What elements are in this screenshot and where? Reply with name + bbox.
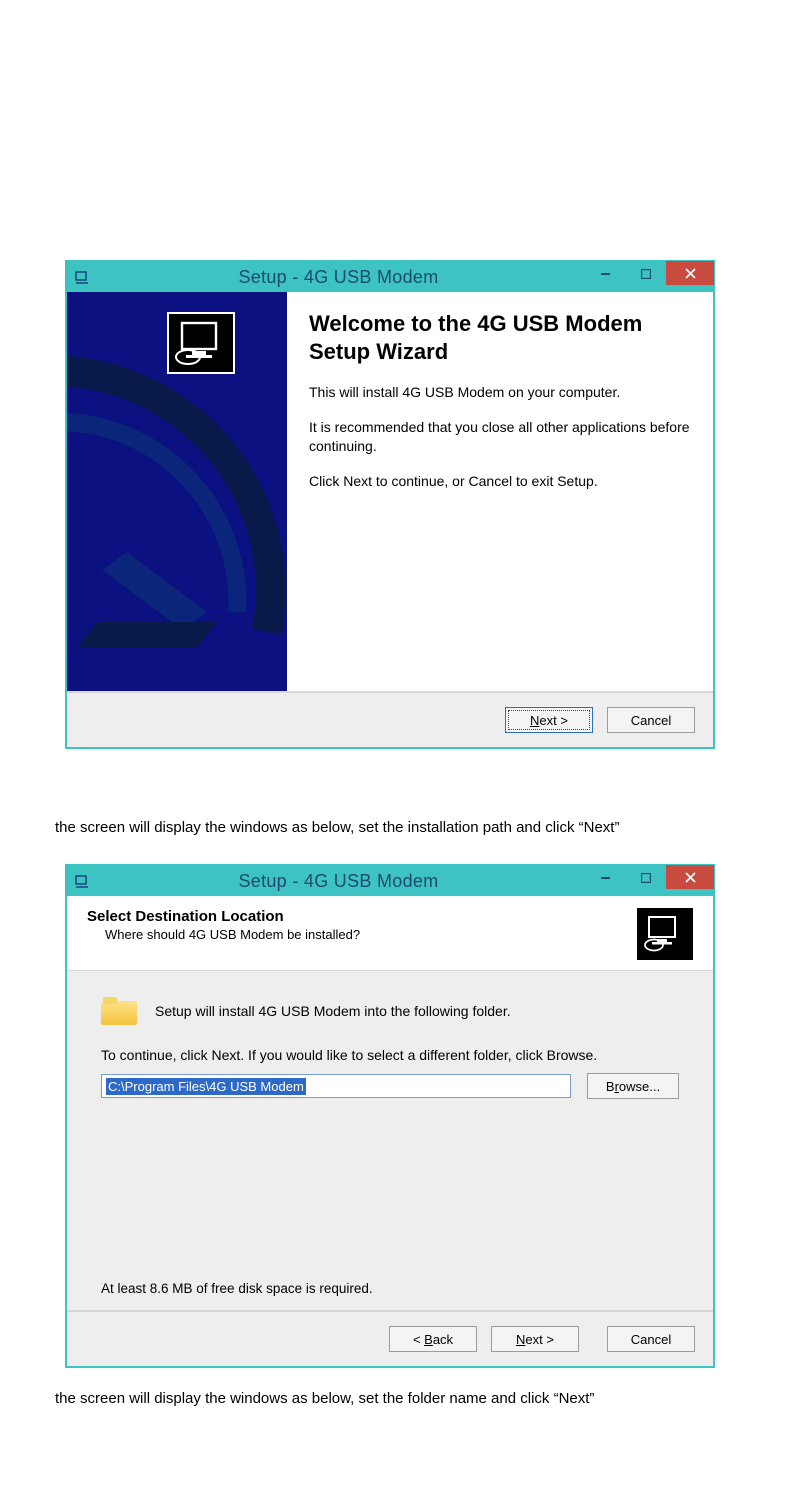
header-title: Select Destination Location: [87, 908, 360, 925]
folder-icon: [101, 997, 137, 1025]
back-button[interactable]: < Back: [389, 1326, 477, 1352]
window-title: Setup - 4G USB Modem: [91, 871, 586, 892]
disk-space-requirement: At least 8.6 MB of free disk space is re…: [101, 1281, 373, 1296]
cancel-button[interactable]: Cancel: [607, 1326, 695, 1352]
intro-text: Setup will install 4G USB Modem into the…: [155, 1003, 511, 1019]
wizard-text-1: This will install 4G USB Modem on your c…: [309, 383, 691, 402]
wizard-text-2: It is recommended that you close all oth…: [309, 418, 691, 456]
wizard-sidebar-graphic: [67, 292, 287, 691]
minimize-button[interactable]: [586, 866, 626, 890]
installer-app-icon: [73, 268, 91, 286]
installer-app-icon: [73, 872, 91, 890]
titlebar[interactable]: Setup - 4G USB Modem: [67, 866, 713, 896]
close-button[interactable]: [666, 261, 714, 285]
cancel-button[interactable]: Cancel: [607, 707, 695, 733]
install-path-input[interactable]: C:\Program Files\4G USB Modem: [101, 1074, 571, 1098]
header-subtitle: Where should 4G USB Modem be installed?: [105, 927, 360, 942]
dialog-footer: Next > Cancel: [67, 692, 713, 747]
maximize-button[interactable]: [626, 866, 666, 890]
next-button[interactable]: Next >: [491, 1326, 579, 1352]
close-button[interactable]: [666, 865, 714, 889]
dialog-footer: < Back Next > Cancel: [67, 1311, 713, 1366]
next-button[interactable]: Next >: [505, 707, 593, 733]
setup-wizard-destination-dialog: Setup - 4G USB Modem Select Destination …: [65, 864, 715, 1368]
minimize-button[interactable]: [586, 262, 626, 286]
setup-wizard-welcome-dialog: Setup - 4G USB Modem: [65, 260, 715, 749]
install-path-value: C:\Program Files\4G USB Modem: [106, 1078, 306, 1095]
wizard-content: Welcome to the 4G USB Modem Setup Wizard…: [287, 292, 713, 691]
wizard-text-3: Click Next to continue, or Cancel to exi…: [309, 472, 691, 491]
caption-between-2: the screen will display the windows as b…: [55, 1390, 745, 1407]
dialog-body: Setup will install 4G USB Modem into the…: [67, 971, 713, 1311]
setup-disc-icon: [637, 908, 693, 960]
setup-disc-icon: [167, 312, 235, 374]
dialog-header: Select Destination Location Where should…: [67, 896, 713, 971]
window-title: Setup - 4G USB Modem: [91, 267, 586, 288]
caption-between-1: the screen will display the windows as b…: [55, 819, 745, 836]
titlebar[interactable]: Setup - 4G USB Modem: [67, 262, 713, 292]
browse-button[interactable]: Browse...: [587, 1073, 679, 1099]
wizard-heading: Welcome to the 4G USB Modem Setup Wizard: [309, 310, 691, 365]
instruction-text: To continue, click Next. If you would li…: [101, 1047, 679, 1063]
maximize-button[interactable]: [626, 262, 666, 286]
